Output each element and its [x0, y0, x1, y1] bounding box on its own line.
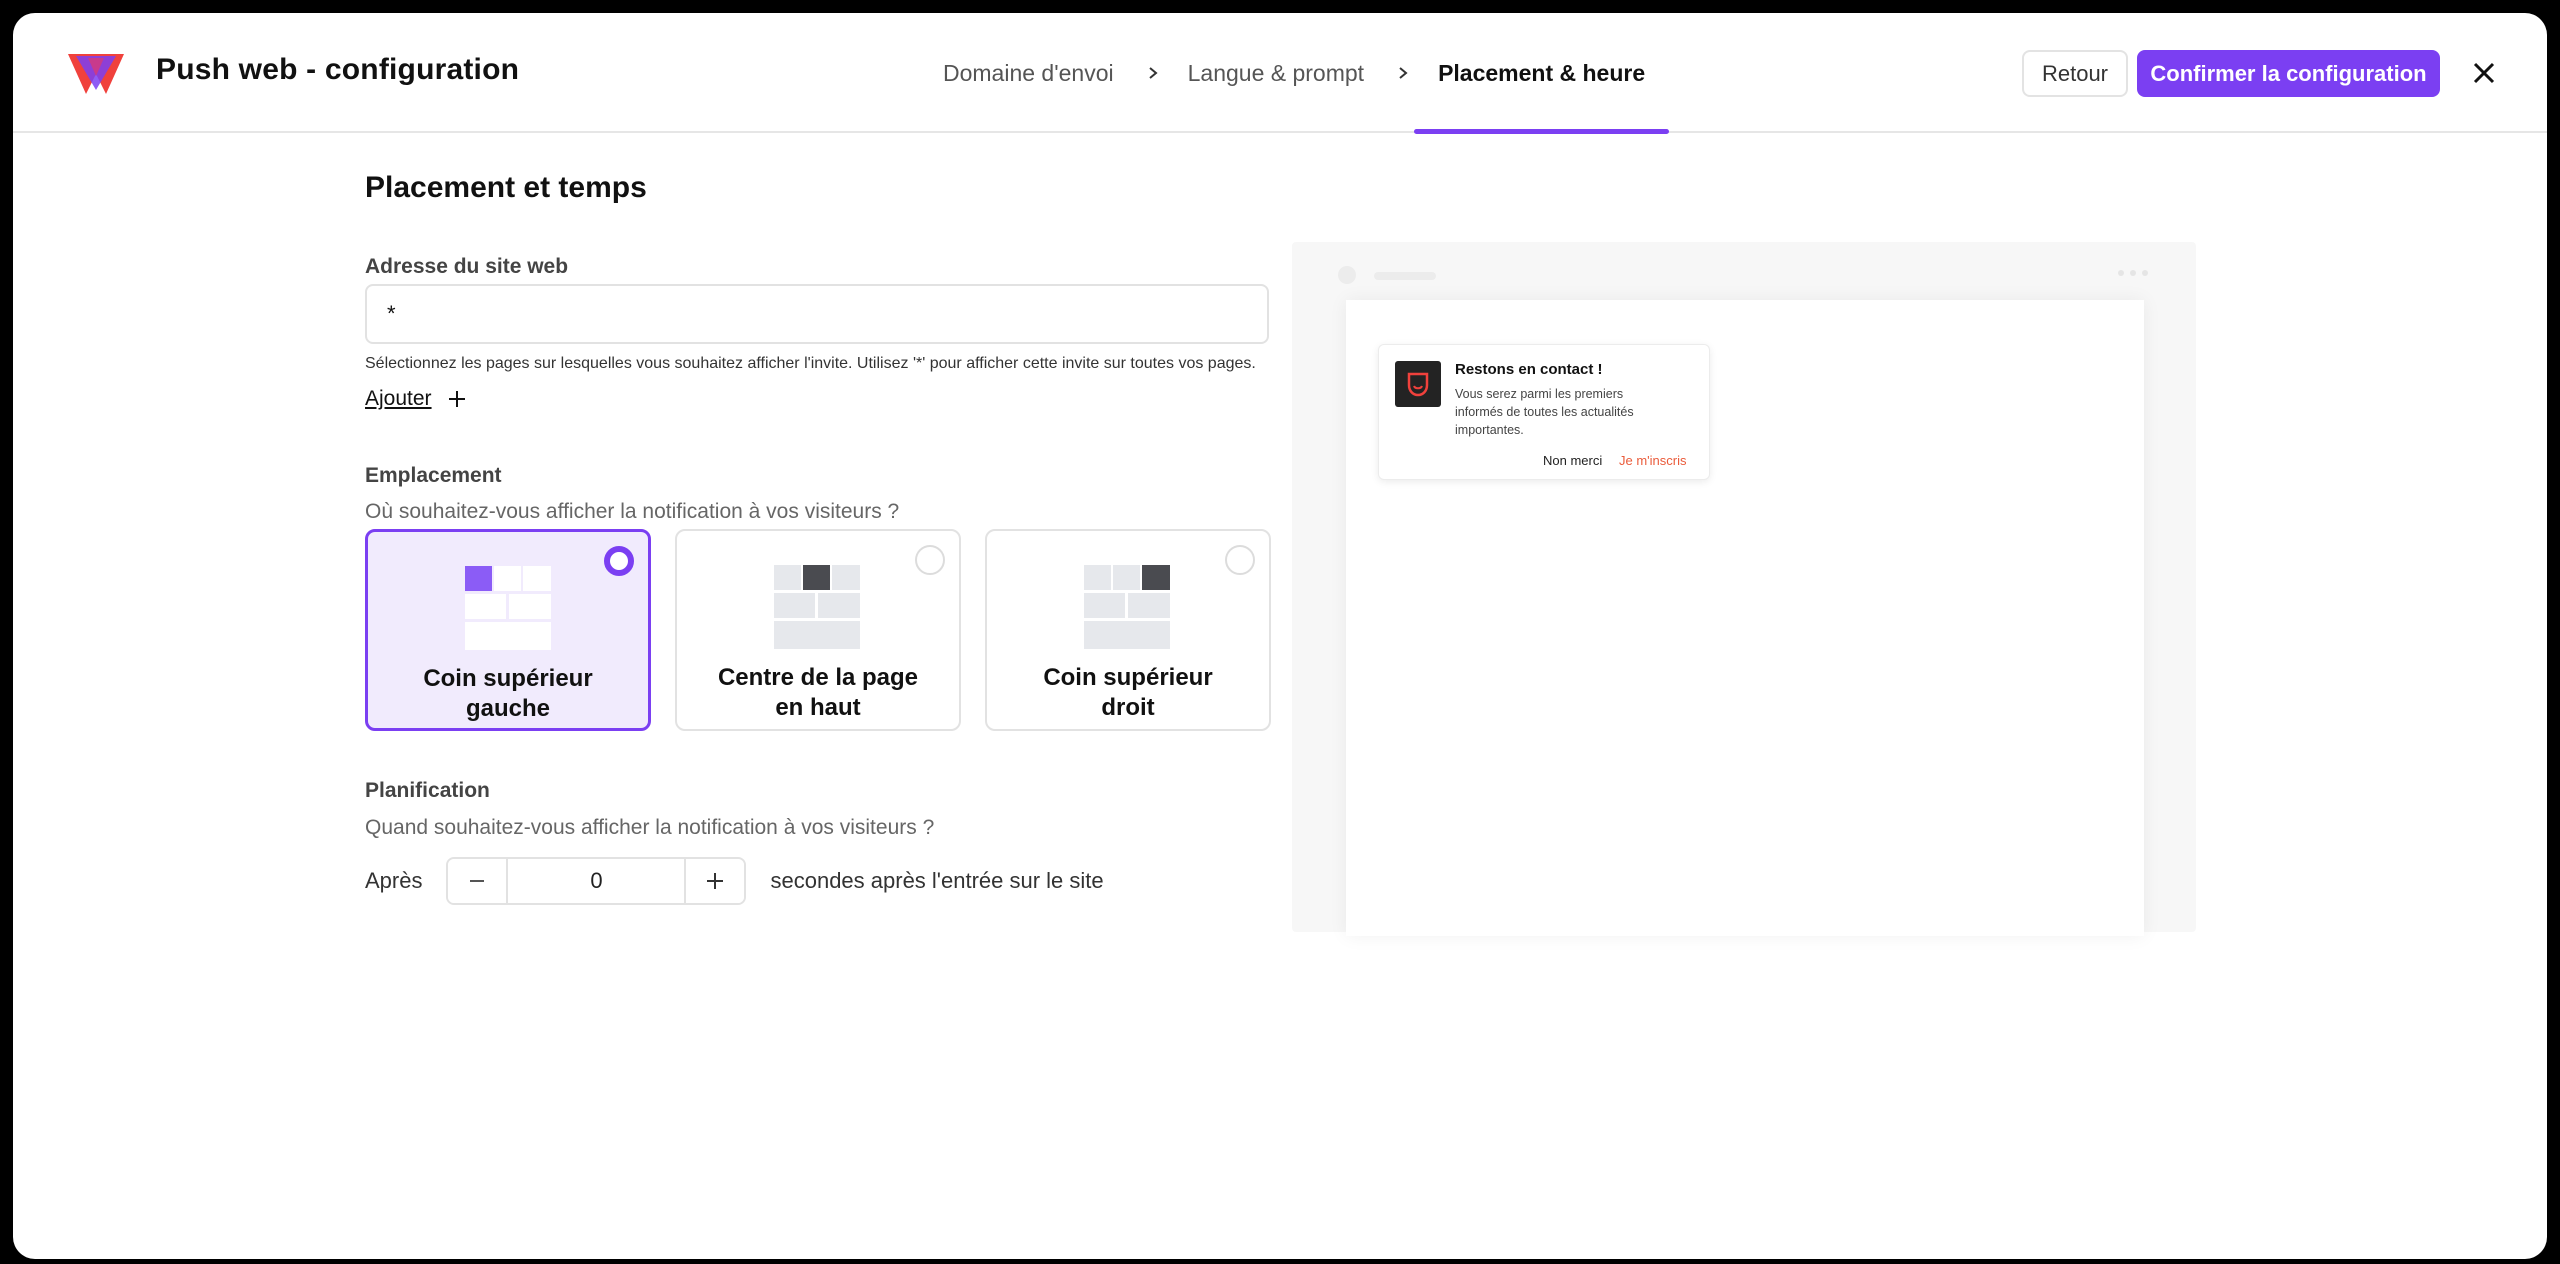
schedule-label: Planification [365, 779, 490, 802]
plus-icon [448, 391, 465, 407]
delay-prefix: Après [365, 868, 423, 893]
placement-option-top-left[interactable]: Coin supérieur gauche [365, 529, 651, 731]
delay-row: Après secondes après l'entrée sur le sit… [365, 857, 1104, 905]
placement-option-top-right[interactable]: Coin supérieur droit [985, 529, 1271, 731]
browser-tab-placeholder [1374, 272, 1436, 280]
delay-stepper [446, 857, 747, 905]
chevron-right-icon [1146, 66, 1160, 80]
close-icon [2473, 62, 2495, 84]
top-left-layout-icon [465, 566, 551, 650]
chevron-right-icon [1396, 66, 1410, 80]
site-logo-icon [1395, 361, 1441, 407]
placement-options: Coin supérieur gauche Centre de la page … [365, 529, 1271, 731]
placement-option-top-center[interactable]: Centre de la page en haut [675, 529, 961, 731]
browser-favicon-placeholder [1338, 266, 1356, 284]
section-title: Placement et temps [365, 171, 647, 204]
option-label: Centre de la page en haut [717, 664, 919, 721]
brand-logo [68, 54, 124, 94]
plus-icon [707, 873, 724, 889]
back-button[interactable]: Retour [2022, 50, 2128, 97]
option-label: Coin supérieur gauche [423, 665, 593, 722]
top-center-layout-icon [774, 565, 860, 649]
website-url-input[interactable] [365, 284, 1269, 344]
radio-unselected[interactable] [915, 545, 945, 575]
website-helper-text: Sélectionnez les pages sur lesquelles vo… [365, 355, 1256, 372]
notification-preview: Restons en contact ! Vous serez parmi le… [1292, 242, 2196, 936]
close-button[interactable] [2468, 57, 2500, 89]
step-placement-time[interactable]: Placement & heure [1414, 13, 1670, 134]
browser-menu-icon [2118, 270, 2148, 276]
step-language-prompt[interactable]: Langue & prompt [1188, 13, 1364, 133]
push-prompt: Restons en contact ! Vous serez parmi le… [1378, 344, 1710, 480]
option-label: Coin supérieur droit [1043, 664, 1213, 721]
placement-label: Emplacement [365, 464, 502, 487]
step-sending-domain[interactable]: Domaine d'envoi [943, 13, 1114, 133]
app-title: Push web - configuration [156, 53, 520, 86]
config-window: Push web - configuration Domaine d'envoi… [13, 13, 2547, 1259]
radio-selected[interactable] [604, 546, 634, 576]
accept-button: Je m'inscris [1619, 453, 1687, 468]
prompt-body: Vous serez parmi les premiers informés d… [1455, 387, 1634, 437]
website-label: Adresse du site web [365, 255, 569, 278]
delay-seconds-input[interactable] [506, 859, 687, 903]
confirm-configuration-button[interactable]: Confirmer la configuration [2137, 50, 2440, 97]
preview-page: Restons en contact ! Vous serez parmi le… [1346, 300, 2144, 936]
add-page-link[interactable]: Ajouter [365, 387, 466, 411]
decrement-button[interactable] [448, 859, 507, 903]
top-right-layout-icon [1084, 565, 1170, 649]
top-bar: Push web - configuration Domaine d'envoi… [13, 13, 2547, 134]
placement-question: Où souhaitez-vous afficher la notificati… [365, 500, 900, 523]
delay-suffix: secondes après l'entrée sur le site [770, 868, 1104, 893]
increment-button[interactable] [686, 859, 745, 903]
stepper-nav: Domaine d'envoi Langue & prompt Placemen… [943, 13, 1670, 134]
minus-icon [470, 880, 485, 882]
schedule-question: Quand souhaitez-vous afficher la notific… [365, 816, 935, 839]
add-label: Ajouter [365, 387, 432, 410]
decline-button: Non merci [1543, 453, 1603, 468]
radio-unselected[interactable] [1225, 545, 1255, 575]
prompt-title: Restons en contact ! [1455, 361, 1603, 378]
